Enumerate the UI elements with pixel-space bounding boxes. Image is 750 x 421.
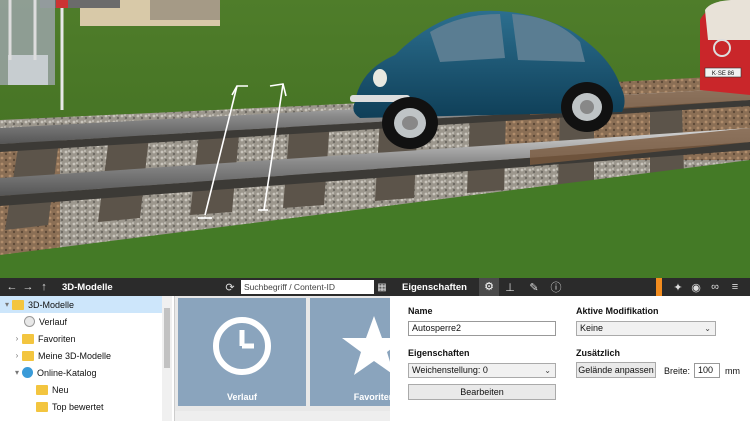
tree-item-label: Verlauf (39, 316, 68, 327)
expand-chevron-icon[interactable]: › (12, 351, 22, 360)
gelaende-anpassen-button[interactable]: Gelände anpassen (576, 362, 656, 378)
breite-label: Breite: (664, 366, 691, 376)
breite-input[interactable]: 100 (694, 363, 720, 378)
tree-scrollbar[interactable] (162, 296, 172, 421)
tree-item-label: Top bewertet (52, 401, 104, 412)
transform-axes-icon[interactable]: ⊥ (502, 281, 518, 294)
properties-panel: Name Autosperre2 Eigenschaften Weichenst… (392, 296, 750, 421)
grid-view-icon[interactable]: ▦ (374, 282, 390, 293)
collapse-chevron-icon[interactable]: ▾ (12, 368, 22, 377)
paint-brush-icon[interactable]: ✎ (526, 281, 542, 294)
models-header: ← → ↑ 3D-Modelle ⟳ Suchbegriff / Content… (0, 278, 392, 296)
tree-item-label: Meine 3D-Modelle (38, 350, 112, 361)
tree-item-3d-modelle[interactable]: ▾ 3D-Modelle (0, 296, 170, 313)
license-plate: K·SE 86 (712, 71, 735, 77)
chevron-down-icon: ⌄ (544, 366, 551, 375)
folder-icon (22, 350, 34, 361)
aktive-modifikation-select[interactable]: Keine ⌄ (576, 321, 716, 336)
aktive-modifikation-value: Keine (580, 323, 604, 333)
name-label: Name (408, 306, 433, 316)
tree-item-meine-3d-modelle[interactable]: › Meine 3D-Modelle (0, 347, 111, 364)
3d-viewport[interactable]: K·SE 86 (0, 0, 750, 278)
tiles-scrollbar[interactable] (175, 411, 390, 421)
tree-item-verlauf[interactable]: Verlauf (0, 313, 67, 330)
eigenschaften-select-value: Weichenstellung: 0 (412, 365, 488, 375)
properties-header-title: Eigenschaften (402, 281, 467, 293)
unit-label: mm (725, 366, 740, 376)
star-folder-icon (22, 333, 34, 344)
search-input[interactable]: Suchbegriff / Content-ID (241, 280, 374, 294)
tree-item-label: Online-Katalog (37, 367, 97, 378)
tree-item-label: Neu (52, 384, 69, 395)
star-icon (342, 316, 390, 375)
tile-favoriten[interactable]: Favoriten (310, 298, 390, 406)
back-arrow-icon[interactable]: ← (4, 281, 20, 293)
zusaetzlich-label: Zusätzlich (576, 348, 621, 358)
bottom-panel: ← → ↑ 3D-Modelle ⟳ Suchbegriff / Content… (0, 278, 750, 421)
clock-icon (213, 317, 271, 375)
info-icon[interactable]: ⓘ (548, 279, 564, 295)
tile-label: Favoriten (353, 392, 390, 402)
bearbeiten-button[interactable]: Bearbeiten (408, 384, 556, 400)
link-icon[interactable]: ∞ (707, 281, 723, 293)
eigenschaften-select[interactable]: Weichenstellung: 0 ⌄ (408, 363, 556, 378)
forward-arrow-icon[interactable]: → (20, 281, 36, 293)
clock-icon (24, 316, 35, 327)
globe-icon (22, 367, 33, 378)
tree-item-online-katalog[interactable]: ▾ Online-Katalog (0, 364, 97, 381)
tree-item-neu[interactable]: Neu (0, 381, 69, 398)
tree-item-favoriten[interactable]: › Favoriten (0, 330, 76, 347)
tree-item-label: 3D-Modelle (28, 299, 75, 310)
red-van-model: K·SE 86 (700, 0, 750, 95)
model-tree: ▾ 3D-Modelle Verlauf › Favoriten › Meine… (0, 296, 175, 421)
pin-icon[interactable]: ✦ (670, 281, 686, 294)
tile-label: Verlauf (226, 392, 257, 402)
models-header-title: 3D-Modelle (62, 281, 113, 293)
name-input[interactable]: Autosperre2 (408, 321, 556, 336)
eigenschaften-label: Eigenschaften (408, 348, 470, 358)
scene-canvas[interactable]: K·SE 86 (0, 0, 750, 278)
tile-verlauf[interactable]: Verlauf (178, 298, 306, 406)
collapse-chevron-icon[interactable]: ▾ (2, 300, 12, 309)
category-tiles: Verlauf Favoriten (175, 296, 390, 421)
expand-chevron-icon[interactable]: › (12, 334, 22, 343)
rating-folder-icon (36, 401, 48, 412)
accent-bar (656, 278, 662, 296)
refresh-icon[interactable]: ⟳ (222, 281, 238, 294)
gear-icon[interactable]: ⚙ (479, 278, 499, 296)
aktive-modifikation-label: Aktive Modifikation (576, 306, 659, 316)
properties-header: Eigenschaften ⚙ ⊥ ✎ ⓘ ✦ ◉ ∞ ≡ (392, 278, 750, 296)
tree-item-label: Favoriten (38, 333, 76, 344)
tree-item-top-bewertet[interactable]: Top bewertet (0, 398, 104, 415)
chevron-down-icon: ⌄ (704, 324, 711, 333)
new-folder-icon (36, 384, 48, 395)
menu-icon[interactable]: ≡ (727, 281, 743, 293)
folder-icon (12, 299, 24, 310)
up-arrow-icon[interactable]: ↑ (36, 281, 52, 293)
eye-icon[interactable]: ◉ (688, 281, 704, 294)
